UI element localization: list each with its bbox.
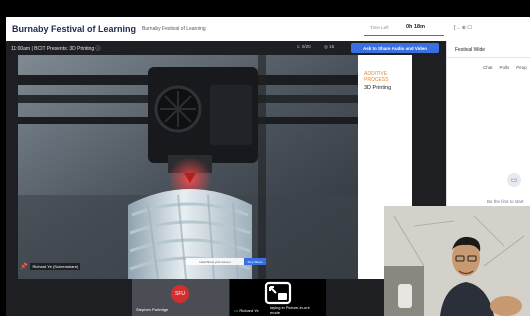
tab-people[interactable]: Peop bbox=[516, 65, 527, 70]
top-action-icons[interactable]: [→ ⊕ ☐ bbox=[454, 25, 472, 31]
screenshare-stage bbox=[18, 55, 370, 279]
participant-tile[interactable]: ••• Richard Ye laying in Picture-in-ure … bbox=[230, 279, 326, 316]
sidebar-tabs: Chat Polls Peop bbox=[483, 65, 527, 70]
hide-show-screen-button[interactable]: Hide/Show your screen bbox=[186, 258, 244, 265]
session-title: 11:00am | BCIT Presents: 3D Printing ⓘ bbox=[11, 45, 101, 52]
event-subtitle: Burnaby Festival of Learning bbox=[142, 26, 206, 32]
time-left-value: 0h 18m bbox=[406, 24, 425, 30]
screenshare-controls: Hide/Show your screen Stop Share bbox=[186, 258, 266, 265]
share-audio-video-button[interactable]: Ask to Share Audio and Video bbox=[351, 43, 439, 53]
tab-chat[interactable]: Chat bbox=[483, 65, 493, 70]
webcam-overlay[interactable] bbox=[384, 206, 530, 316]
empty-chat-text: Be the first to start bbox=[487, 199, 524, 204]
pin-icon[interactable]: 📌 bbox=[20, 263, 27, 270]
app-window: Burnaby Festival of Learning Burnaby Fes… bbox=[0, 0, 530, 316]
participant-name: Stephen Partridge bbox=[136, 307, 169, 312]
attendee-count[interactable]: ☺ 0/20 bbox=[296, 44, 311, 49]
event-title: Burnaby Festival of Learning bbox=[12, 24, 137, 34]
stop-share-button[interactable]: Stop Share bbox=[244, 258, 266, 265]
presenter-label: 📌 Richard Ye (Screenshare) bbox=[20, 262, 81, 271]
presenter-video bbox=[384, 206, 530, 316]
printer-scene bbox=[18, 55, 370, 279]
viewer-count[interactable]: ◎ 15 bbox=[324, 44, 334, 50]
pip-message: laying in Picture-in-ure mode bbox=[270, 305, 320, 315]
time-left-underline bbox=[364, 34, 444, 36]
session-bar: 11:00am | BCIT Presents: 3D Printing ⓘ ☺… bbox=[6, 41, 446, 55]
presenter-name: Richard Ye (Screenshare) bbox=[30, 263, 81, 270]
picture-in-picture-icon bbox=[264, 281, 292, 305]
participant-name: ••• Richard Ye bbox=[234, 308, 259, 313]
chat-bubble-icon: ▭ bbox=[507, 173, 521, 187]
avatar: SFU bbox=[171, 285, 189, 303]
time-left-indicator: Time Left 0h 18m bbox=[364, 22, 444, 36]
participant-name-text: Richard Ye bbox=[239, 308, 259, 313]
tab-polls[interactable]: Polls bbox=[500, 65, 510, 70]
divider bbox=[447, 57, 530, 58]
time-left-label: Time Left bbox=[370, 25, 389, 30]
participant-tile[interactable]: SFU Stephen Partridge bbox=[132, 279, 229, 316]
slide-subheading: 3D Printing bbox=[364, 85, 392, 91]
sidebar-header: Festival Wide bbox=[455, 47, 486, 53]
slide-heading: ADDITIVE PROCESS bbox=[364, 71, 389, 83]
speaking-indicator: ••• bbox=[234, 308, 239, 313]
top-bar: Burnaby Festival of Learning Burnaby Fes… bbox=[6, 17, 530, 41]
